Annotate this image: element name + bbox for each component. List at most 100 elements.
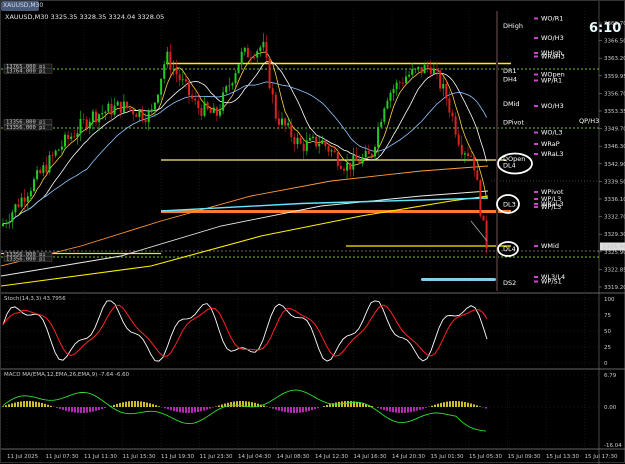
macd-histogram-bar [41,403,43,407]
candle-body [396,83,398,89]
time-tick-label: 11 Jul 07:30 [46,454,79,460]
candle-body [278,119,280,125]
time-tick-label: 11 Jul 11:30 [84,454,117,460]
candle-body [337,152,339,166]
candle-body [427,65,429,67]
candle-body [2,223,4,226]
candle-body [228,85,230,86]
candle-body [27,196,29,201]
macd-histogram-bar [470,403,472,407]
candle-body [52,155,54,156]
candle-body [266,42,268,58]
macd-histogram-bar [2,406,4,407]
macd-histogram-bar [410,407,412,412]
macd-histogram-bar [92,407,94,412]
macd-histogram-bar [158,406,160,407]
macd-histogram-bar [155,405,157,407]
macd-histogram-bar [422,407,424,409]
left-tag-label: 13356.000 pi [6,125,46,131]
weekly-level-marker [534,105,538,107]
stochastic-oscillator: Stoch(14,3,3) 43.79561007550250 [1,296,615,367]
candle-body [24,198,26,202]
candle-body [452,113,454,117]
macd-histogram-bar [344,401,346,407]
macd-axis-label: -16.04 [604,443,622,449]
candle-body [331,150,333,151]
daily-level-label: DPivot [503,119,524,127]
macd-histogram-bar [419,407,421,410]
stoch-axis-label: 0 [604,361,608,367]
macd-histogram-bar [122,402,124,407]
candle-body [284,119,286,126]
candle-body [95,112,97,123]
candle-body [222,92,224,110]
candle-body [408,75,410,77]
macd-histogram-bar [311,407,313,410]
chart-window[interactable]: XAUUSD,M30 XAUUSD,M30 3325.35 3328.35 33… [0,0,625,463]
candle-body [349,163,351,170]
weekly-level-label: WRaP [541,140,560,148]
price-tick-label: 3329.30 [604,232,625,238]
candle-body [309,138,311,141]
weekly-level-marker [534,276,538,278]
price-tick-label: 3325.90 [604,250,625,256]
price-tick-label: 3369.70 [604,21,625,27]
macd-histogram-bar [191,407,193,413]
macd-histogram-bar [134,401,136,407]
candle-body [483,216,485,221]
macd-histogram-bar [167,407,169,409]
candle-body [101,113,103,114]
ma-cyan-line [161,198,488,211]
candle-body [18,204,20,207]
price-tick-label: 3363.20 [604,56,625,62]
candle-body [256,51,258,57]
weekly-level-marker [534,203,538,205]
macd-histogram-bar [131,401,133,407]
macd-histogram-bar [143,402,145,407]
macd-label: MACD MA(EMA,12,EMA,26,EMA,9) -7.64 -6.60 [4,372,130,378]
macd-histogram-bar [137,401,139,407]
weekly-level-marker [534,37,538,39]
macd-histogram-bar [17,402,19,407]
weekly-level-label: WMid [541,242,559,250]
macd-histogram-bar [116,404,118,407]
macd-histogram-bar [302,407,304,412]
price-tick-label: 3342.90 [604,162,625,168]
candle-body [377,127,379,147]
candle-body [399,83,401,84]
macd-histogram-bar [125,402,127,407]
macd-histogram-bar [62,407,64,410]
candle-body [73,137,75,138]
candle-body [194,99,196,101]
macd-histogram-bar [452,401,454,407]
candle-body [5,223,7,224]
weekly-level-marker [534,132,538,134]
macd-histogram-bar [86,407,88,413]
candle-body [142,110,144,119]
candle-body [250,57,252,58]
macd-histogram-bar [101,407,103,409]
macd-histogram-bar [347,401,349,407]
candle-body [64,135,66,147]
weekly-level-label: WRaL3 [541,150,564,158]
time-tick-label: 15 Jul 13:30 [546,454,579,460]
candle-body [200,108,202,116]
macd-histogram-bar [437,404,439,407]
candle-body [21,198,23,207]
candle-body [269,58,271,88]
price-tick-label: 3339.50 [604,179,625,185]
price-chart[interactable]: DHighDR1DH4DMidDPivotDOpenDL4DL3DL4DS2WO… [1,1,625,464]
macd-histogram-bar [176,407,178,412]
ma-yellow-line [1,196,488,286]
macd-histogram-bar [407,407,409,413]
weekly-level-marker [534,198,538,200]
cyan-bar-bottom [421,278,496,281]
macd-histogram-bar [212,407,214,408]
candle-body [359,161,361,164]
price-tick-label: 3322.85 [604,267,625,273]
price-tick-label: 3359.95 [604,74,625,80]
weekly-level-label: WO/L3 [541,129,563,137]
macd-histogram-bar [128,401,130,407]
stoch-axis-label: 50 [604,329,611,335]
macd-histogram-bar [305,407,307,412]
